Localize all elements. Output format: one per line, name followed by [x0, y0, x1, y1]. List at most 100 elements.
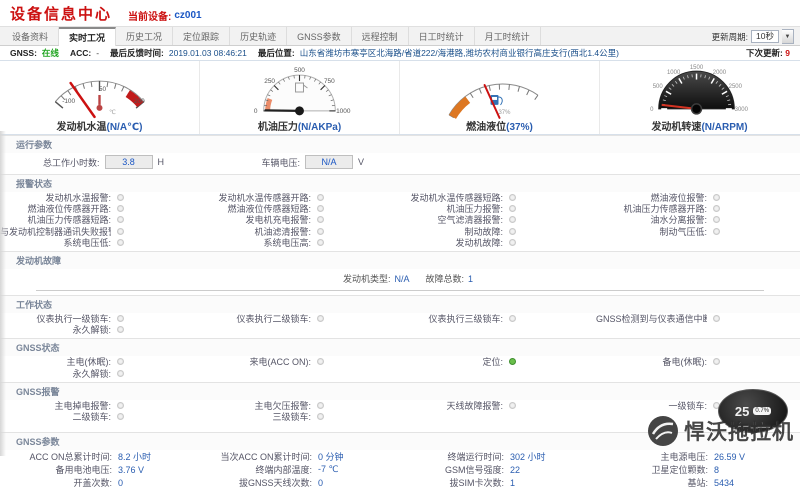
gauge-caption: 发动机转速(N/ARPM): [600, 118, 799, 133]
status-item: 系统电压低:: [0, 236, 204, 249]
param-value: 5434: [708, 478, 800, 488]
param-label: 备用电池电压:: [0, 463, 112, 476]
gauge-tick-label: 3000: [735, 107, 749, 113]
status-label: 系统电压低:: [0, 236, 111, 249]
status-item: 制动气压低:: [596, 225, 800, 238]
status-led: [117, 358, 124, 365]
tab-8[interactable]: 日工时统计: [409, 27, 475, 45]
status-led: [117, 228, 124, 235]
param-item: ACC ON总累计时间:8.2 小时: [0, 450, 204, 463]
tab-1[interactable]: 设备资料: [2, 27, 59, 45]
next-update-label: 下次更新:: [746, 48, 783, 58]
chevron-down-icon[interactable]: ▼: [782, 29, 794, 44]
param-label: 主电源电压:: [596, 450, 708, 463]
status-item: 天线故障报警:: [404, 399, 596, 412]
status-led: [117, 239, 124, 246]
fault-label: 发动机类型:: [343, 274, 391, 284]
oil-pressure-gauge-icon: 02505007501000: [200, 61, 399, 119]
brand-text: 悍沃拖拉机: [684, 416, 794, 446]
gauge-row: -10050200℃发动机水温(N/A℃)02505007501000机油压力(…: [0, 60, 800, 135]
status-led: [117, 370, 124, 377]
status-label: 备电(休眠):: [596, 355, 707, 368]
status-led: [317, 315, 324, 322]
last-location-value: 山东省潍坊市寒亭区北海路/省道222/海港路,潍坊农村商业银行高庄支行(西北1.…: [300, 47, 619, 59]
page-title: 设备信息中心: [10, 3, 112, 24]
param-value: 3.76 V: [112, 465, 204, 475]
status-led: [317, 413, 324, 420]
gauge-tick-label: 1000: [667, 70, 681, 76]
gauge-reserve-zone: [453, 100, 468, 117]
current-device-value[interactable]: cz001: [174, 10, 201, 21]
status-label: 二级锁车:: [0, 410, 111, 423]
gauge-caption: 机油压力(N/AKPa): [200, 118, 399, 133]
next-update-value: 9: [785, 48, 790, 58]
section-work-status: 工作状态仪表执行一级锁车:仪表执行二级锁车:仪表执行三级锁车:GNSS检测到与仪…: [0, 295, 800, 338]
field-value-box[interactable]: N/A: [305, 155, 353, 169]
tab-4[interactable]: 定位跟踪: [173, 27, 230, 45]
gauge-hub: [692, 104, 702, 114]
status-led: [509, 216, 516, 223]
tab-3[interactable]: 历史工况: [116, 27, 173, 45]
tab-6[interactable]: GNSS参数: [287, 27, 352, 45]
divider: [36, 290, 764, 291]
tab-9[interactable]: 月工时统计: [475, 27, 541, 45]
status-item: GNSS检测到与仪表通信中断锁车:: [596, 312, 800, 325]
status-item: 仪表执行二级锁车:: [204, 312, 404, 325]
gauge-tick-label: 0: [650, 107, 654, 113]
param-item: 开盖次数:0: [0, 476, 204, 489]
status-label: 发动机故障:: [404, 236, 503, 249]
gauge-tick-label: 500: [653, 84, 664, 90]
status-led: [117, 315, 124, 322]
status-led: [317, 216, 324, 223]
page-header: 设备信息中心 当前设备: cz001: [0, 0, 800, 26]
param-value: 22: [504, 465, 596, 475]
fault-label: 故障总数:: [426, 274, 465, 284]
gauge-tick-label: 2500: [729, 84, 743, 90]
led-grid: 主电(休眠):来电(ACC ON):定位:备电(休眠):永久解锁:: [0, 356, 800, 378]
status-label: 制动气压低:: [596, 225, 707, 238]
gauge-tick: [479, 89, 481, 94]
field-unit: V: [358, 157, 364, 167]
param-item: 基站:5434: [596, 476, 800, 489]
param-value: 8.2 小时: [112, 450, 204, 463]
tab-2[interactable]: 实时工况: [59, 27, 116, 46]
status-led: [713, 228, 720, 235]
status-led: [117, 326, 124, 333]
gauge-tick-label: 1500: [690, 65, 704, 71]
param-item: GSM信号强度:22: [404, 463, 596, 476]
status-label: 系统电压高:: [204, 236, 311, 249]
field-value-box[interactable]: 3.8: [105, 155, 153, 169]
status-led: [509, 402, 516, 409]
status-led: [117, 194, 124, 201]
gauge-tick-label: 250: [264, 78, 275, 85]
param-label: 当次ACC ON累计时间:: [204, 450, 312, 463]
status-led: [317, 205, 324, 212]
status-label: 永久解锁:: [0, 367, 111, 380]
tab-5[interactable]: 历史轨迹: [230, 27, 287, 45]
status-item: 发动机故障:: [404, 236, 596, 249]
section-gnss-status: GNSS状态主电(休眠):来电(ACC ON):定位:备电(休眠):永久解锁:: [0, 338, 800, 381]
gauge-tick: [518, 86, 519, 91]
param-item: 备用电池电压:3.76 V: [0, 463, 204, 476]
param-label: 终端运行时间:: [404, 450, 504, 463]
water-temperature-gauge-icon: -10050200℃: [0, 61, 199, 119]
gauge-tick-label: -100: [62, 98, 75, 105]
gauge-tick: [535, 95, 538, 99]
update-cycle-select[interactable]: 10秒: [751, 30, 779, 43]
gauge-tick-label: 750: [324, 78, 335, 85]
status-item: 仪表执行三级锁车:: [404, 312, 596, 325]
param-label: 拔SIM卡次数:: [404, 476, 504, 489]
param-value: 8: [708, 465, 800, 475]
fields-row: 总工作小时数:3.8H车辆电压:N/AV: [0, 153, 800, 171]
gauge-caption: 发动机水温(N/A℃): [0, 118, 199, 133]
status-led: [713, 315, 720, 322]
gauge-value: (N/ARPM): [701, 122, 747, 133]
tab-7[interactable]: 远程控制: [352, 27, 409, 45]
gauge-tick: [489, 86, 490, 91]
param-item: 拔SIM卡次数:1: [404, 476, 596, 489]
gauge-unit-label: ℃: [109, 109, 116, 116]
param-label: 卫星定位颗数:: [596, 463, 708, 476]
brand-watermark: 悍沃拖拉机: [646, 414, 794, 448]
status-led: [317, 358, 324, 365]
gauge-water-temperature: -10050200℃发动机水温(N/A℃): [0, 61, 200, 134]
